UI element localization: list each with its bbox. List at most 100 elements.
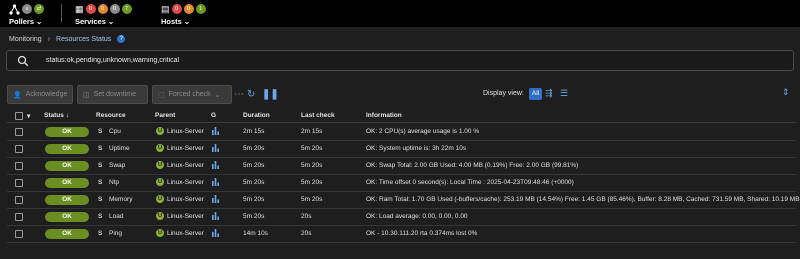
pollers-menu[interactable]: ≡ ⇄ Pollers ⌄ [9,3,44,26]
hosts-menu[interactable]: ▤ 0 0 1 Hosts ⌄ [161,3,206,26]
host-status-icon: U [156,144,164,152]
chevron-down-icon: ⌄ [107,17,115,26]
table-row[interactable]: OK S Cpu U Linux-Server 2m 15s 2m 15s OK: 2 CPU… [7,124,796,141]
host-status-icon: U [156,161,164,169]
graph-icon[interactable] [212,178,219,186]
column-status-label: Status [44,112,64,119]
search-bar [6,50,794,71]
parent-name[interactable]: Linux-Server [167,196,204,203]
hosts-label: Hosts [161,17,182,26]
expand-icon[interactable]: ⇕ [782,87,790,98]
column-status[interactable]: Status ↓ [44,112,69,119]
column-information[interactable]: Information [366,112,402,119]
view-all-button[interactable]: All [529,88,542,100]
resource-name[interactable]: Uptime [109,145,130,152]
graph-icon[interactable] [212,195,219,203]
breadcrumb: Monitoring › Resources Status ? [9,34,126,44]
pause-icon[interactable]: ❚❚ [262,89,279,100]
search-input[interactable] [46,53,786,68]
last-check-value: 5m 20s [301,196,323,203]
refresh-icon[interactable]: ↻ [247,89,255,100]
row-checkbox[interactable] [15,128,23,136]
hosts-unreachable-count[interactable]: 0 [183,4,194,14]
parent-name[interactable]: Linux-Server [167,230,204,237]
duration-value: 14m 10s [243,230,268,237]
search-icon [17,55,29,67]
services-ok-count[interactable]: 7 [121,4,132,14]
status-badge: OK [45,178,89,188]
service-icon: S [98,128,103,135]
table-header: ▾ Status ↓ Resource Parent G Duration La… [7,110,796,123]
pollers-database-icon: ≡ [22,4,32,14]
select-all-checkbox[interactable] [15,112,23,120]
status-badge: OK [45,212,89,222]
row-checkbox[interactable] [15,179,23,187]
view-by-host-icon[interactable]: ⇶ [545,88,553,99]
resource-name[interactable]: Ntp [109,179,119,186]
topbar-divider [61,4,62,22]
services-warning-count[interactable]: 0 [97,4,108,14]
graph-icon[interactable] [212,229,219,237]
parent-name[interactable]: Linux-Server [167,162,204,169]
acknowledge-label: Acknowledge [25,91,68,98]
set-downtime-button[interactable]: ◫ Set downtime [77,85,148,104]
information-value: OK: Load average: 0.00, 0.00, 0.00 [366,213,468,220]
resource-name[interactable]: Memory [109,196,132,203]
table-row[interactable]: OK S Swap U Linux-Server 5m 20s 5m 20s OK: Swap… [7,158,796,175]
breadcrumb-resources-status[interactable]: Resources Status [56,36,111,43]
select-menu-icon[interactable]: ▾ [27,112,30,120]
help-icon[interactable]: ? [117,35,126,43]
graph-icon[interactable] [212,127,219,135]
parent-name[interactable]: Linux-Server [167,145,204,152]
duration-value: 5m 20s [243,213,265,220]
column-duration[interactable]: Duration [243,112,270,119]
set-downtime-label: Set downtime [93,91,137,98]
services-menu[interactable]: ▦ 0 0 0 7 Services ⌄ [75,3,132,26]
parent-name[interactable]: Linux-Server [167,213,204,220]
column-graph[interactable]: G [211,112,216,119]
hosts-up-count[interactable]: 1 [195,4,206,14]
host-status-icon: U [156,195,164,203]
status-badge: OK [45,127,89,137]
table-row[interactable]: OK S Ping U Linux-Server 14m 10s 20s OK - 10.30… [7,226,796,243]
row-checkbox[interactable] [15,213,23,221]
downtime-icon: ◫ [83,91,90,99]
table-row[interactable]: OK S Memory U Linux-Server 5m 20s 5m 20s OK: Ra… [7,192,800,209]
chevron-down-icon: ⌄ [36,17,43,26]
information-value: OK: 2 CPU(s) average usage is 1.00 % [366,128,480,135]
graph-icon[interactable] [212,212,219,220]
last-check-value: 5m 20s [301,179,323,186]
services-critical-count[interactable]: 0 [85,4,96,14]
duration-value: 5m 20s [243,162,265,169]
column-resource[interactable]: Resource [96,112,126,119]
column-parent[interactable]: Parent [155,112,175,119]
row-checkbox[interactable] [15,162,23,170]
table-row[interactable]: OK S Uptime U Linux-Server 5m 20s 5m 20s OK: Sy… [7,141,796,158]
information-value: OK: Time offset 0 second(s): Local Time … [366,179,574,186]
more-actions-icon[interactable]: ⋯ [234,89,244,100]
service-icon: S [98,145,103,152]
resource-name[interactable]: Swap [109,162,125,169]
parent-name[interactable]: Linux-Server [167,128,204,135]
forced-check-label: Forced check [168,91,211,98]
status-badge: OK [45,144,89,154]
row-checkbox[interactable] [15,145,23,153]
table-row[interactable]: OK S Load U Linux-Server 5m 20s 20s OK: Load av… [7,209,796,226]
breadcrumb-monitoring[interactable]: Monitoring [9,36,42,43]
row-checkbox[interactable] [15,230,23,238]
table-row[interactable]: OK S Ntp U Linux-Server 5m 20s 5m 20s OK: Time … [7,175,796,192]
hosts-down-count[interactable]: 0 [171,4,182,14]
graph-icon[interactable] [212,161,219,169]
view-by-service-icon[interactable]: ☰ [560,88,568,99]
forced-check-button[interactable]: ⬚ Forced check ⌄ [152,85,232,104]
resource-name[interactable]: Load [109,213,123,220]
resource-name[interactable]: Ping [109,230,122,237]
services-unknown-count[interactable]: 0 [109,4,120,14]
column-last-check[interactable]: Last check [301,112,335,119]
row-checkbox[interactable] [15,196,23,204]
acknowledge-button[interactable]: 👤 Acknowledge [7,85,73,104]
parent-name[interactable]: Linux-Server [167,179,204,186]
service-icon: S [98,230,103,237]
resource-name[interactable]: Cpu [109,128,121,135]
graph-icon[interactable] [212,144,219,152]
